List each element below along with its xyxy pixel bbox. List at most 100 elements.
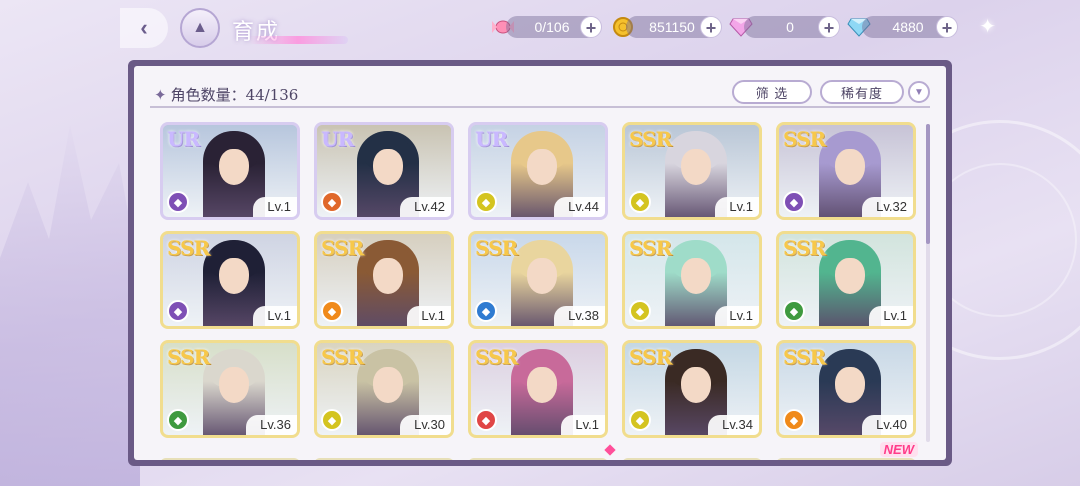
blue-gem-counter: 4880 + [862, 16, 958, 38]
add-blue-gem-button[interactable]: + [936, 16, 958, 38]
level-label: Lv.40 [862, 415, 913, 435]
sparkle-icon: ✦ [979, 16, 996, 38]
character-card[interactable]: SSR ◆ Lv.40 [776, 340, 916, 438]
character-face [835, 149, 865, 185]
rarity-badge: UR [475, 127, 508, 151]
element-icon: ◆ [167, 409, 189, 431]
rarity-badge: SSR [167, 345, 210, 369]
level-label: Lv.36 [246, 415, 297, 435]
level-label: Lv.38 [554, 306, 605, 326]
level-label: Lv.1 [561, 415, 605, 435]
character-face [373, 258, 403, 294]
back-button[interactable]: ‹ [120, 8, 168, 48]
rarity-badge: SSR [167, 236, 210, 260]
rarity-badge: SSR [629, 127, 672, 151]
chevron-down-icon[interactable]: ▼ [908, 81, 930, 103]
next-row-card[interactable] [776, 458, 916, 460]
add-pink-gem-button[interactable]: + [818, 16, 840, 38]
element-icon: ◆ [783, 300, 805, 322]
character-count: ✦ 角色数量：44/136 [154, 84, 298, 105]
character-face [681, 367, 711, 403]
element-icon: ◆ [783, 409, 805, 431]
character-card[interactable]: SSR ◆ Lv.36 [160, 340, 300, 438]
level-label: Lv.1 [407, 306, 451, 326]
new-badge: NEW [879, 442, 918, 457]
add-gold-button[interactable]: + [700, 16, 722, 38]
sort-rarity-button[interactable]: 稀有度 [820, 80, 904, 104]
rarity-badge: SSR [629, 236, 672, 260]
character-card[interactable]: SSR ◆ Lv.1 [160, 231, 300, 329]
rarity-badge: SSR [783, 127, 826, 151]
rarity-badge: SSR [783, 345, 826, 369]
toolbar-divider [150, 106, 930, 108]
character-card[interactable]: UR ◆ Lv.42 [314, 122, 454, 220]
level-label: Lv.1 [715, 306, 759, 326]
back-arrow-icon: ‹ [140, 15, 148, 40]
level-label: Lv.44 [554, 197, 605, 217]
element-icon: ◆ [629, 300, 651, 322]
character-card[interactable]: SSR ◆ Lv.1 [468, 340, 608, 438]
rarity-badge: SSR [629, 345, 672, 369]
character-face [527, 367, 557, 403]
character-face [835, 367, 865, 403]
candy-counter: 0/106 + [506, 16, 602, 38]
character-face [681, 258, 711, 294]
element-icon: ◆ [475, 409, 497, 431]
character-face [219, 258, 249, 294]
element-icon: ◆ [783, 191, 805, 213]
pink-gem-counter: 0 + [744, 16, 840, 38]
rarity-badge: SSR [475, 345, 518, 369]
level-label: Lv.1 [253, 306, 297, 326]
next-row-card[interactable] [468, 458, 608, 460]
level-label: Lv.42 [400, 197, 451, 217]
element-icon: ◆ [629, 191, 651, 213]
add-candy-button[interactable]: + [580, 16, 602, 38]
character-card[interactable]: UR ◆ Lv.1 [160, 122, 300, 220]
character-face [373, 149, 403, 185]
character-card[interactable]: SSR ◆ Lv.38 [468, 231, 608, 329]
character-panel: ✦ 角色数量：44/136 筛 选 稀有度 ▼ UR ◆ Lv.1 UR ◆ Lv.42 UR… [134, 66, 946, 460]
character-card[interactable]: SSR ◆ Lv.1 [622, 231, 762, 329]
rarity-badge: UR [167, 127, 200, 151]
character-card[interactable]: SSR ◆ Lv.30 [314, 340, 454, 438]
character-card[interactable]: SSR ◆ Lv.1 [622, 122, 762, 220]
title-swirl-decoration [248, 36, 348, 44]
character-card[interactable]: UR ◆ Lv.44 [468, 122, 608, 220]
character-card[interactable]: SSR ◆ Lv.1 [776, 231, 916, 329]
element-icon: ◆ [167, 191, 189, 213]
character-face [527, 149, 557, 185]
character-card[interactable]: SSR ◆ Lv.1 [314, 231, 454, 329]
level-label: Lv.34 [708, 415, 759, 435]
level-label: Lv.32 [862, 197, 913, 217]
element-icon: ◆ [167, 300, 189, 322]
character-face [219, 367, 249, 403]
element-icon: ◆ [321, 191, 343, 213]
next-row-card[interactable] [314, 458, 454, 460]
level-label: Lv.30 [400, 415, 451, 435]
rarity-badge: UR [321, 127, 354, 151]
level-label: Lv.1 [715, 197, 759, 217]
star-bullet-icon: ✦ [154, 86, 167, 104]
character-card[interactable]: SSR ◆ Lv.32 [776, 122, 916, 220]
rarity-badge: SSR [475, 236, 518, 260]
element-icon: ◆ [629, 409, 651, 431]
scroll-thumb[interactable] [926, 124, 930, 244]
grid-scrollbar[interactable] [926, 124, 930, 442]
home-button[interactable]: ▲ [180, 8, 220, 48]
rarity-badge: SSR [321, 236, 364, 260]
character-panel-frame: ✦ 角色数量：44/136 筛 选 稀有度 ▼ UR ◆ Lv.1 UR ◆ Lv.42 UR… [128, 60, 952, 466]
character-face [373, 367, 403, 403]
character-face [219, 149, 249, 185]
character-card[interactable]: SSR ◆ Lv.34 [622, 340, 762, 438]
rarity-badge: SSR [321, 345, 364, 369]
character-grid: UR ◆ Lv.1 UR ◆ Lv.42 UR ◆ Lv.44 SSR ◆ Lv.1 SSR ◆ Lv.32… [160, 116, 920, 456]
element-icon: ◆ [475, 191, 497, 213]
next-row-card[interactable] [160, 458, 300, 460]
background-castle [0, 125, 140, 486]
filter-button[interactable]: 筛 选 [732, 80, 812, 104]
level-label: Lv.1 [869, 306, 913, 326]
character-face [527, 258, 557, 294]
rarity-badge: SSR [783, 236, 826, 260]
next-row-card[interactable] [622, 458, 762, 460]
character-face [681, 149, 711, 185]
